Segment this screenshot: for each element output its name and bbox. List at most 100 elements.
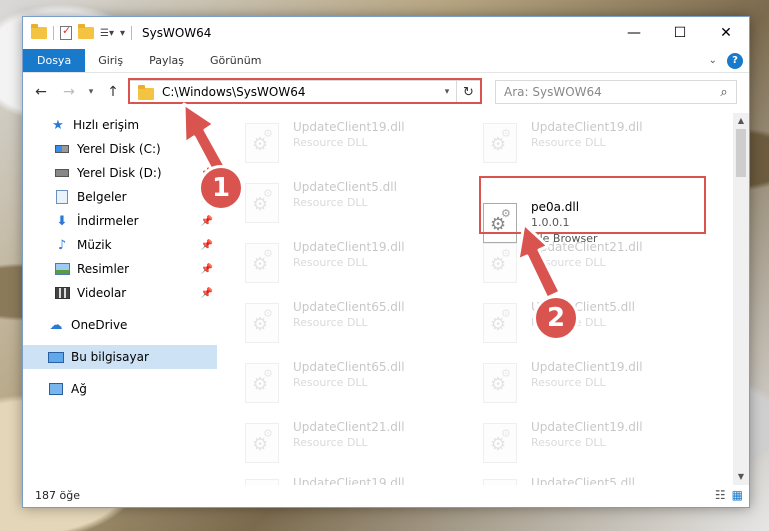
new-folder-icon[interactable]	[78, 24, 94, 39]
close-button[interactable]: ✕	[703, 17, 749, 49]
file-name: UpdateClient65.dll	[293, 360, 405, 374]
file-type: Resource DLL	[531, 376, 606, 389]
status-bar: 187 öğe ☷ ▦	[23, 483, 749, 507]
tab-dosya[interactable]: Dosya	[23, 49, 86, 72]
scroll-up-icon[interactable]: ▲	[733, 113, 749, 129]
computer-icon	[47, 349, 65, 365]
file-type: Resource DLL	[531, 136, 606, 149]
forward-arrow-icon[interactable]: →	[55, 84, 83, 100]
help-icon[interactable]: ?	[727, 52, 743, 69]
dll-file-icon	[245, 363, 279, 403]
pin-icon[interactable]: 📌	[201, 144, 213, 155]
search-input[interactable]	[504, 85, 712, 99]
file-name: UpdateClient65.dll	[293, 300, 405, 314]
window-controls: — ☐ ✕	[611, 17, 749, 49]
scroll-thumb[interactable]	[736, 129, 746, 177]
pin-icon[interactable]: 📌	[201, 240, 213, 251]
file-type: Resource DLL	[531, 436, 606, 449]
sidebar-item-quick-access[interactable]: ★ Hızlı erişim	[23, 113, 217, 137]
list-item[interactable]: UpdateClient19.dll Resource DLL	[483, 359, 713, 409]
tab-giris[interactable]: Giriş	[85, 49, 136, 72]
file-list: UpdateClient19.dll Resource DLL UpdateCli…	[223, 113, 733, 485]
ribbon-tabs: Dosya Giriş Paylaş Görünüm ⌄ ?	[23, 49, 749, 73]
divider	[131, 26, 133, 40]
file-type: Resource DLL	[293, 376, 368, 389]
picture-icon	[53, 261, 71, 277]
list-item[interactable]: UpdateClient65.dll Resource DLL	[245, 299, 475, 349]
file-name: UpdateClient19.dll	[531, 420, 643, 434]
pin-icon[interactable]: 📌	[201, 264, 213, 275]
sidebar-item-network[interactable]: Ağ	[23, 377, 217, 401]
sidebar-item-documents[interactable]: Belgeler 📌	[23, 185, 217, 209]
quick-access-toolbar: ☰▾ ▾	[31, 24, 125, 40]
list-item[interactable]: UpdateClient19.dll Resource DLL	[245, 239, 475, 289]
list-item[interactable]: UpdateClient19.dll Resource DLL	[245, 119, 475, 169]
address-bar-highlight	[128, 78, 482, 104]
item-count: 187 öğe	[35, 488, 80, 502]
window-title: SysWOW64	[142, 26, 212, 40]
sidebar-item-label: Ağ	[71, 382, 87, 396]
folder-icon	[31, 24, 47, 39]
file-name: UpdateClient19.dll	[531, 120, 643, 134]
list-item[interactable]: UpdateClient65.dll Resource DLL	[245, 359, 475, 409]
list-item[interactable]: UpdateClient5.dllResource DLL	[245, 179, 475, 229]
sidebar-item-label: OneDrive	[71, 318, 128, 332]
sidebar-item-label: Belgeler	[77, 190, 127, 204]
customize-toolbar-icon[interactable]: ☰▾	[100, 28, 114, 39]
sidebar-item-pictures[interactable]: Resimler 📌	[23, 257, 217, 281]
list-item[interactable]: UpdateClient21.dll Resource DLL	[483, 239, 713, 289]
pin-icon[interactable]: 📌	[201, 288, 213, 299]
file-name: UpdateClient19.dll	[531, 360, 643, 374]
properties-icon[interactable]	[60, 24, 72, 40]
disk-icon	[53, 165, 71, 181]
sidebar-item-downloads[interactable]: ⬇ İndirmeler 📌	[23, 209, 217, 233]
sidebar-item-label: Bu bilgisayar	[71, 350, 149, 364]
dll-file-icon	[245, 123, 279, 163]
sidebar-item-onedrive[interactable]: ☁ OneDrive	[23, 313, 217, 337]
expand-ribbon-icon[interactable]: ⌄	[709, 55, 717, 66]
search-icon[interactable]: ⌕	[712, 85, 736, 100]
sidebar-item-label: İndirmeler	[77, 214, 139, 228]
list-item[interactable]: UpdateClient19.dll Resource DLL	[483, 119, 713, 169]
toolbar-dropdown-icon[interactable]: ▾	[120, 28, 125, 39]
dll-file-icon	[245, 183, 279, 223]
dll-file-icon	[245, 303, 279, 343]
divider	[53, 26, 54, 40]
music-icon: ♪	[57, 237, 67, 253]
network-icon	[47, 381, 65, 397]
recent-locations-icon[interactable]: ▾	[83, 87, 99, 97]
navigation-pane: ★ Hızlı erişim Yerel Disk (C:) 📌 Yerel D…	[23, 113, 217, 485]
search-box[interactable]: ⌕	[495, 80, 737, 104]
sidebar-item-disk-c[interactable]: Yerel Disk (C:) 📌	[23, 137, 217, 161]
tiles-view-icon[interactable]: ▦	[732, 488, 743, 502]
vertical-scrollbar[interactable]: ▲ ▼	[733, 113, 749, 485]
dll-file-icon	[483, 243, 517, 283]
details-view-icon[interactable]: ☷	[715, 488, 726, 502]
back-arrow-icon[interactable]: ←	[27, 84, 55, 100]
file-type: Resource DLL	[293, 316, 368, 329]
sidebar-item-label: Müzik	[77, 238, 112, 252]
tab-paylas[interactable]: Paylaş	[136, 49, 197, 72]
video-icon	[53, 285, 71, 301]
sidebar-item-disk-d[interactable]: Yerel Disk (D:) 📌	[23, 161, 217, 185]
step-1-badge: 1	[198, 165, 244, 211]
list-item[interactable]: UpdateClient19.dll Resource DLL	[483, 419, 713, 469]
pin-icon[interactable]: 📌	[201, 216, 213, 227]
star-icon: ★	[52, 117, 64, 133]
dll-file-icon	[483, 363, 517, 403]
file-highlight	[479, 176, 706, 234]
file-type: Resource DLL	[293, 436, 368, 449]
tab-gorunum[interactable]: Görünüm	[197, 49, 274, 72]
up-arrow-icon[interactable]: ↑	[99, 84, 127, 100]
list-item[interactable]: UpdateClient5.dllResource DLL	[483, 299, 713, 349]
sidebar-item-label: Videolar	[77, 286, 127, 300]
minimize-button[interactable]: —	[611, 17, 657, 49]
file-type: Resource DLL	[293, 196, 368, 209]
sidebar-item-music[interactable]: ♪ Müzik 📌	[23, 233, 217, 257]
sidebar-item-this-pc[interactable]: Bu bilgisayar	[23, 345, 217, 369]
file-name: UpdateClient21.dll	[531, 240, 643, 254]
sidebar-item-videos[interactable]: Videolar 📌	[23, 281, 217, 305]
list-item[interactable]: UpdateClient21.dll Resource DLL	[245, 419, 475, 469]
sidebar-item-label: Resimler	[77, 262, 130, 276]
maximize-button[interactable]: ☐	[657, 17, 703, 49]
